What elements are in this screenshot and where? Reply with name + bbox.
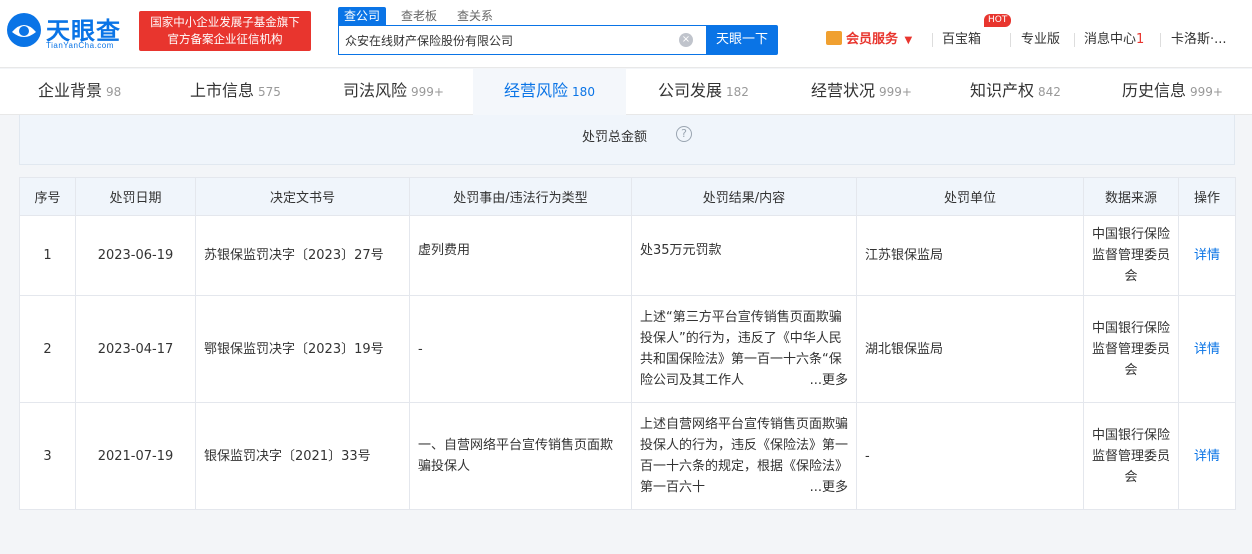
search-tab-company[interactable]: 查公司	[338, 7, 387, 25]
penalty-summary: 处罚总金额 ?	[19, 115, 1235, 165]
section-tabs: 企业背景 98 上市信息 575 司法风险 999+ 经营风险 180 公司发展 182 …	[0, 69, 1252, 115]
cell-no: 2	[19, 295, 76, 403]
result-text-wrap: 上述自营网络平台宣传销售页面欺骗投保人的行为，违反《保险法》第一百一十六条的规定…	[640, 414, 848, 498]
top-header: 天眼查 TianYanCha.com 国家中小企业发展子基金旗下 官方备案企业征…	[0, 0, 1252, 68]
search-tab-boss[interactable]: 查老板	[401, 7, 437, 25]
cell-date: 2021-07-19	[75, 402, 196, 510]
cell-source: 中国银行保险监督管理委员会	[1083, 215, 1179, 296]
cell-date: 2023-04-17	[75, 295, 196, 403]
message-center-label: 消息中心	[1084, 32, 1137, 47]
cell-no: 1	[19, 215, 76, 296]
cell-reason: -	[409, 295, 632, 403]
penalty-total-label: 处罚总金额	[582, 130, 648, 145]
chevron-down-icon: ▼	[904, 35, 913, 46]
tab-count: 842	[1038, 85, 1061, 99]
result-text-wrap: 上述“第三方平台宣传销售页面欺骗投保人”的行为，违反了《中华人民共和国保险法》第…	[640, 307, 848, 391]
divider	[1010, 33, 1011, 47]
promo-banner[interactable]: 国家中小企业发展子基金旗下 官方备案企业征信机构	[139, 11, 311, 51]
tab-label: 企业背景	[38, 81, 103, 100]
promo-line-1: 国家中小企业发展子基金旗下	[150, 15, 300, 29]
tab-label: 公司发展	[658, 81, 723, 100]
tab-count: 182	[726, 85, 749, 99]
cell-date: 2023-06-19	[75, 215, 196, 296]
tab-judicial-risk[interactable]: 司法风险 999+	[343, 69, 444, 115]
cell-source: 中国银行保险监督管理委员会	[1083, 295, 1179, 403]
divider	[1074, 33, 1075, 47]
tianyancha-logo[interactable]: 天眼查 TianYanCha.com	[6, 10, 132, 54]
cell-doc-number: 鄂银保监罚决字〔2023〕19号	[195, 295, 410, 403]
cell-result: 上述“第三方平台宣传销售页面欺骗投保人”的行为，违反了《中华人民共和国保险法》第…	[631, 295, 857, 403]
tab-count: 98	[106, 85, 122, 99]
cell-no: 3	[19, 402, 76, 510]
vip-label: 会员服务	[846, 32, 899, 47]
divider	[932, 33, 933, 47]
search-input[interactable]	[345, 26, 665, 54]
penalty-table: 序号 处罚日期 决定文书号 处罚事由/违法行为类型 处罚结果/内容 处罚单位 数…	[19, 177, 1236, 510]
table-row: 1 2023-06-19 苏银保监罚决字〔2023〕27号 虚列费用 处35万元…	[19, 215, 1236, 296]
tab-intellectual-property[interactable]: 知识产权 842	[970, 69, 1061, 115]
divider	[1160, 33, 1161, 47]
tab-label: 经营状况	[811, 81, 876, 100]
tab-label: 经营风险	[504, 81, 569, 100]
promo-line-2: 官方备案企业征信机构	[167, 32, 283, 46]
more-link[interactable]: ...更多	[805, 477, 848, 498]
search-tab-relation[interactable]: 查关系	[457, 7, 493, 25]
tab-label: 知识产权	[970, 81, 1035, 100]
cell-doc-number: 银保监罚决字〔2021〕33号	[195, 402, 410, 510]
tab-count: 575	[258, 85, 281, 99]
baibaoxiang-link[interactable]: 百宝箱	[942, 30, 981, 50]
tab-listing-info[interactable]: 上市信息 575	[190, 69, 281, 115]
tab-operational-risk[interactable]: 经营风险 180	[473, 69, 626, 115]
tab-count: 999+	[411, 85, 444, 99]
message-center-link[interactable]: 消息中心1	[1084, 30, 1144, 50]
logo-eye-icon	[7, 13, 41, 47]
details-link[interactable]: 详情	[1178, 295, 1236, 403]
message-count-badge: 1	[1136, 32, 1145, 47]
table-row: 3 2021-07-19 银保监罚决字〔2021〕33号 一、自营网络平台宣传销…	[19, 402, 1236, 510]
user-menu[interactable]: 卡洛斯·...	[1171, 30, 1241, 50]
col-header-result: 处罚结果/内容	[631, 177, 857, 216]
table-header-row: 序号 处罚日期 决定文书号 处罚事由/违法行为类型 处罚结果/内容 处罚单位 数…	[19, 177, 1236, 216]
col-header-action: 操作	[1178, 177, 1236, 216]
col-header-source: 数据来源	[1083, 177, 1179, 216]
tab-count: 180	[572, 85, 595, 99]
cell-unit: -	[856, 402, 1084, 510]
tab-label: 司法风险	[343, 81, 408, 100]
col-header-unit: 处罚单位	[856, 177, 1084, 216]
search-box: ×	[338, 25, 708, 55]
table-row: 2 2023-04-17 鄂银保监罚决字〔2023〕19号 - 上述“第三方平台…	[19, 295, 1236, 403]
cell-reason: 虚列费用	[409, 215, 632, 296]
vip-service-menu[interactable]: 会员服务 ▼	[826, 30, 912, 50]
col-header-date: 处罚日期	[75, 177, 196, 216]
cell-result: 上述自营网络平台宣传销售页面欺骗投保人的行为，违反《保险法》第一百一十六条的规定…	[631, 402, 857, 510]
pro-version-link[interactable]: 专业版	[1021, 30, 1060, 50]
tab-count: 999+	[1190, 85, 1223, 99]
tab-label: 上市信息	[190, 81, 255, 100]
cell-unit: 湖北银保监局	[856, 295, 1084, 403]
col-header-reason: 处罚事由/违法行为类型	[409, 177, 632, 216]
details-link[interactable]: 详情	[1178, 215, 1236, 296]
hot-badge: HOT	[984, 14, 1012, 27]
logo-domain: TianYanCha.com	[46, 41, 114, 50]
clear-icon[interactable]: ×	[679, 33, 693, 47]
tab-label: 历史信息	[1122, 81, 1187, 100]
tab-count: 999+	[879, 85, 912, 99]
col-header-no: 序号	[19, 177, 76, 216]
more-link[interactable]: ...更多	[805, 370, 848, 391]
crown-icon	[826, 31, 842, 45]
cell-reason: 一、自营网络平台宣传销售页面欺骗投保人	[409, 402, 632, 510]
cell-result: 处35万元罚款	[631, 215, 857, 296]
tab-company-development[interactable]: 公司发展 182	[658, 69, 749, 115]
cell-unit: 江苏银保监局	[856, 215, 1084, 296]
details-link[interactable]: 详情	[1178, 402, 1236, 510]
help-icon[interactable]: ?	[676, 126, 692, 142]
tab-company-background[interactable]: 企业背景 98	[38, 69, 121, 115]
tab-business-status[interactable]: 经营状况 999+	[811, 69, 912, 115]
cell-doc-number: 苏银保监罚决字〔2023〕27号	[195, 215, 410, 296]
search-button[interactable]: 天眼一下	[706, 25, 778, 55]
tab-history-info[interactable]: 历史信息 999+	[1122, 69, 1223, 115]
cell-source: 中国银行保险监督管理委员会	[1083, 402, 1179, 510]
col-header-doc-number: 决定文书号	[195, 177, 410, 216]
